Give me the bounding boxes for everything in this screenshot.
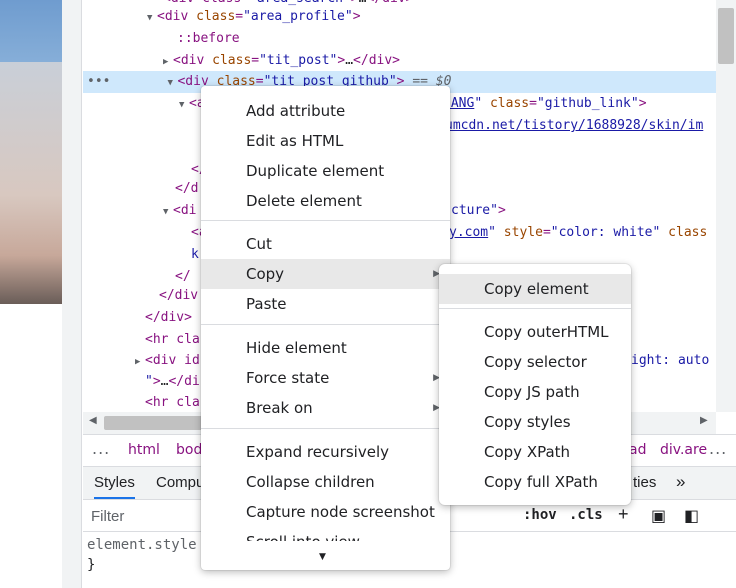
dom-node-hr-2[interactable]: <hr cla	[145, 392, 200, 412]
menu-separator	[201, 428, 450, 429]
submenu-item-copy-outerhtml[interactable]: Copy outerHTML	[439, 317, 631, 347]
paint-bucket-icon[interactable]: ▣	[651, 506, 666, 526]
menu-item-force-state[interactable]: Force state ▶	[201, 363, 450, 393]
menu-item-copy[interactable]: Copy ▶	[201, 259, 450, 289]
menu-separator	[201, 220, 450, 221]
breadcrumb-overflow-left[interactable]: ...	[92, 439, 110, 458]
new-style-rule-icon[interactable]: +	[618, 504, 629, 525]
menu-item-collapse-children[interactable]: Collapse children	[201, 467, 450, 497]
context-menu: Add attribute Edit as HTML Duplicate ele…	[201, 86, 450, 570]
menu-item-copy-label: Copy	[246, 265, 285, 283]
menu-item-edit-as-html[interactable]: Edit as HTML	[201, 126, 450, 156]
submenu-item-copy-element[interactable]: Copy element	[439, 274, 631, 304]
vertical-scroll-thumb[interactable]	[718, 8, 734, 64]
menu-item-delete-element[interactable]: Delete element	[201, 186, 450, 216]
panel-divider[interactable]	[62, 0, 82, 588]
cls-toggle[interactable]: .cls	[569, 507, 603, 523]
hov-toggle[interactable]: :hov	[523, 507, 557, 523]
page-profile-image	[0, 62, 62, 304]
breadcrumb-item-div-area[interactable]: div.are	[660, 442, 707, 458]
styles-filter-input[interactable]: Filter	[91, 508, 124, 525]
menu-item-paste[interactable]: Paste	[201, 289, 450, 319]
menu-item-break-on-label: Break on	[246, 399, 313, 417]
collapse-triangle-icon[interactable]: ▶	[163, 51, 173, 73]
menu-item-expand-recursively[interactable]: Expand recursively	[201, 437, 450, 467]
node-menu-dots-icon[interactable]: •••	[83, 74, 110, 89]
submenu-item-copy-styles[interactable]: Copy styles	[439, 407, 631, 437]
expand-triangle-icon[interactable]: ▼	[167, 72, 177, 94]
menu-item-force-state-label: Force state	[246, 369, 330, 387]
dom-node-hr[interactable]: <hr cla	[145, 329, 200, 351]
menu-item-duplicate-element[interactable]: Duplicate element	[201, 156, 450, 186]
scroll-left-arrow-icon[interactable]: ◀	[89, 415, 97, 426]
dom-node-area-profile[interactable]: ▼ <div class="area_profile">	[147, 6, 361, 28]
dom-node-div-id[interactable]: ▶ <div id	[135, 350, 200, 372]
more-tabs-icon[interactable]: »	[676, 472, 685, 492]
breadcrumb-item-html[interactable]: html	[128, 442, 160, 458]
breadcrumb-overflow-right[interactable]: ...	[709, 439, 727, 458]
dom-node-before[interactable]: ::before	[177, 28, 240, 50]
dom-node-div-id-attrs: ight: auto	[631, 353, 710, 368]
tab-styles[interactable]: Styles	[94, 474, 135, 499]
breadcrumb-item-body[interactable]: bod	[176, 442, 202, 458]
element-style-selector[interactable]: element.style {	[87, 537, 213, 553]
submenu-separator	[439, 308, 631, 309]
breadcrumb-item-ad[interactable]: ad	[629, 442, 646, 458]
dom-node-a-link-attrs: y.com" style="color: white" class	[449, 225, 708, 240]
tab-computed[interactable]: Compu	[156, 474, 204, 491]
dom-node-img-src: umcdn.net/tistory/1688928/skin/im	[445, 118, 704, 133]
webpage-preview	[0, 0, 62, 588]
dom-node-tit-post[interactable]: ▶ <div class="tit_post">…</div>	[163, 50, 400, 72]
dom-node-div-close-2[interactable]: </div	[159, 285, 198, 307]
menu-item-scroll-into-view[interactable]: Scroll into view	[201, 527, 450, 541]
menu-item-cut[interactable]: Cut	[201, 229, 450, 259]
page-header-image	[0, 0, 62, 62]
dom-node-div-picture-attrs: cture">	[451, 203, 506, 218]
dom-node-a-github-attrs: JANG" class="github_link">	[443, 96, 647, 111]
copy-submenu: Copy element Copy outerHTML Copy selecto…	[439, 264, 631, 505]
submenu-item-copy-full-xpath[interactable]: Copy full XPath	[439, 467, 631, 497]
dom-node-div-close[interactable]: </d	[175, 178, 198, 200]
menu-item-add-attribute[interactable]: Add attribute	[201, 96, 450, 126]
scroll-right-arrow-icon[interactable]: ▶	[700, 415, 708, 426]
devtools-window: <div class="area_search">…</div> ▼<div c…	[0, 0, 736, 588]
menu-item-break-on[interactable]: Break on ▶	[201, 393, 450, 423]
tab-properties[interactable]: ties	[633, 474, 656, 491]
submenu-item-copy-selector[interactable]: Copy selector	[439, 347, 631, 377]
expand-triangle-icon[interactable]: ▼	[147, 7, 157, 29]
menu-separator	[201, 324, 450, 325]
menu-item-capture-node-screenshot[interactable]: Capture node screenshot	[201, 497, 450, 527]
menu-item-hide-element[interactable]: Hide element	[201, 333, 450, 363]
menu-scroll-down-icon[interactable]: ▼	[319, 552, 326, 562]
element-style-close: }	[87, 557, 96, 573]
dom-node-div-id-close[interactable]: ">…</di	[145, 371, 200, 393]
dom-node-div-close-3[interactable]: </div>	[145, 307, 192, 329]
submenu-item-copy-js-path[interactable]: Copy JS path	[439, 377, 631, 407]
toggle-sidebar-icon[interactable]: ◧	[684, 506, 699, 526]
dom-node-div-picture[interactable]: ▼ <di	[163, 200, 196, 222]
submenu-item-copy-xpath[interactable]: Copy XPath	[439, 437, 631, 467]
